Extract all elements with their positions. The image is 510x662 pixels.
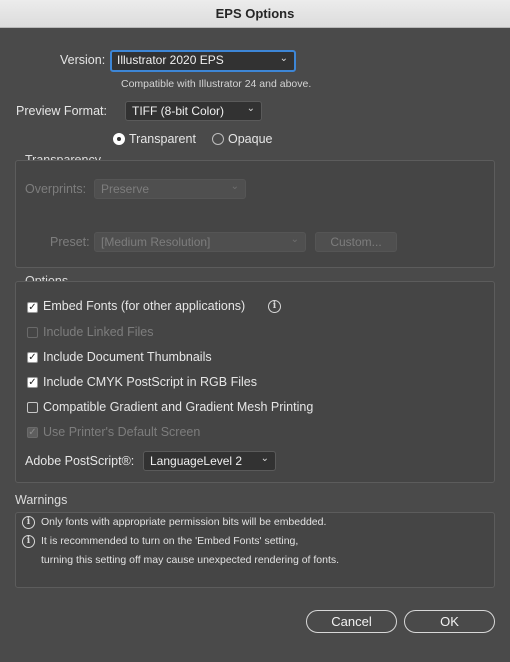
ok-button[interactable]: OK <box>404 610 495 633</box>
include-linked-files-checkbox[interactable] <box>27 327 38 338</box>
overprints-select[interactable]: Preserve ⌄ <box>94 179 246 199</box>
transparent-radio[interactable] <box>113 133 125 145</box>
cmyk-postscript-label[interactable]: Include CMYK PostScript in RGB Files <box>43 375 257 389</box>
version-select[interactable]: Illustrator 2020 EPS ⌄ <box>110 50 296 72</box>
overprints-value: Preserve <box>101 182 150 196</box>
preset-label: Preset: <box>50 235 90 249</box>
version-select-value: Illustrator 2020 EPS <box>117 53 224 67</box>
warning-item: It is recommended to turn on the 'Embed … <box>41 535 299 547</box>
warning-item-continued: turning this setting off may cause unexp… <box>41 554 340 566</box>
checkmark-icon: ✓ <box>28 427 37 438</box>
chevron-down-icon: ⌄ <box>290 234 299 245</box>
warnings-title: Warnings <box>15 493 68 507</box>
preset-select[interactable]: [Medium Resolution] ⌄ <box>94 232 306 252</box>
window-titlebar: EPS Options <box>0 0 510 28</box>
window-title: EPS Options <box>215 6 295 21</box>
custom-button[interactable]: Custom... <box>315 232 397 252</box>
cancel-button[interactable]: Cancel <box>306 610 397 633</box>
version-compat-note: Compatible with Illustrator 24 and above… <box>121 78 312 90</box>
gradient-mesh-label[interactable]: Compatible Gradient and Gradient Mesh Pr… <box>43 400 313 414</box>
embed-fonts-checkbox[interactable]: ✓ <box>27 302 38 313</box>
opaque-radio[interactable] <box>212 133 224 145</box>
chevron-down-icon: ⌄ <box>230 181 239 192</box>
chevron-down-icon: ⌄ <box>246 103 255 114</box>
overprints-label: Overprints: <box>25 182 87 196</box>
checkmark-icon: ✓ <box>28 377 37 388</box>
postscript-level-value: LanguageLevel 2 <box>150 454 243 468</box>
cmyk-postscript-checkbox[interactable]: ✓ <box>27 377 38 388</box>
embed-fonts-label[interactable]: Embed Fonts (for other applications) <box>43 299 245 313</box>
printer-default-screen-checkbox[interactable]: ✓ <box>27 427 38 438</box>
info-icon: i <box>22 516 35 529</box>
info-icon[interactable]: i <box>268 300 281 313</box>
checkmark-icon: ✓ <box>28 352 37 363</box>
preview-format-label: Preview Format: <box>16 104 107 118</box>
warning-item: Only fonts with appropriate permission b… <box>41 516 327 528</box>
preview-format-value: TIFF (8-bit Color) <box>132 104 225 118</box>
preview-format-select[interactable]: TIFF (8-bit Color) ⌄ <box>125 101 262 121</box>
postscript-label: Adobe PostScript®: <box>25 454 135 468</box>
include-linked-files-label: Include Linked Files <box>43 325 154 339</box>
checkmark-icon: ✓ <box>28 302 37 313</box>
version-label: Version: <box>60 53 106 67</box>
chevron-down-icon: ⌄ <box>279 53 288 64</box>
custom-button-label: Custom... <box>330 235 382 249</box>
opaque-radio-label[interactable]: Opaque <box>228 132 272 146</box>
info-icon: i <box>22 535 35 548</box>
document-thumbnails-label[interactable]: Include Document Thumbnails <box>43 350 212 364</box>
transparent-radio-label[interactable]: Transparent <box>129 132 196 146</box>
chevron-down-icon: ⌄ <box>260 453 269 464</box>
printer-default-screen-label: Use Printer's Default Screen <box>43 425 201 439</box>
document-thumbnails-checkbox[interactable]: ✓ <box>27 352 38 363</box>
postscript-level-select[interactable]: LanguageLevel 2 ⌄ <box>143 451 276 471</box>
gradient-mesh-checkbox[interactable] <box>27 402 38 413</box>
preset-value: [Medium Resolution] <box>101 235 211 249</box>
